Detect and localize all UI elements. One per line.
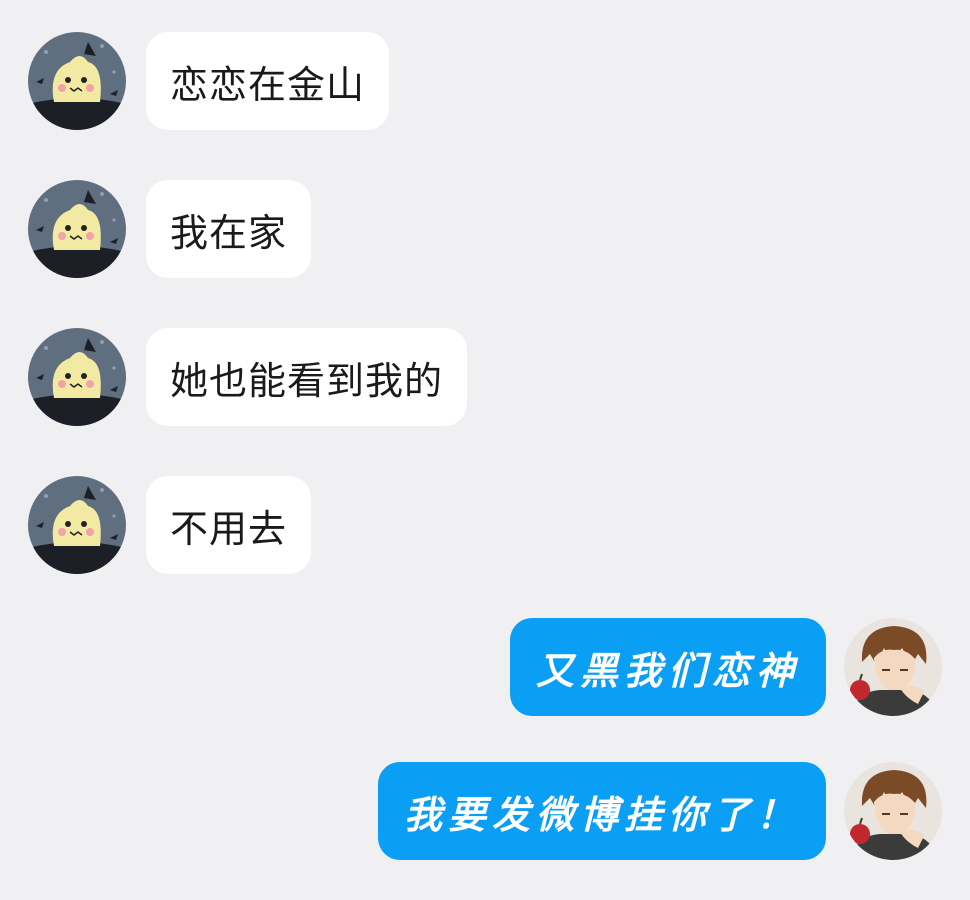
message-row: 恋恋在金山 xyxy=(28,32,390,130)
mimikyu-halloween-avatar[interactable] xyxy=(28,328,126,426)
message-bubble-outgoing[interactable]: 又黑我们恋神 xyxy=(509,618,826,716)
message-row: 不用去 xyxy=(28,476,312,574)
mimikyu-halloween-avatar[interactable] xyxy=(28,476,126,574)
message-bubble-incoming[interactable]: 我在家 xyxy=(146,180,312,278)
message-row: 又黑我们恋神 xyxy=(509,618,942,716)
anime-boy-avatar[interactable] xyxy=(844,762,942,860)
message-bubble-incoming[interactable]: 不用去 xyxy=(146,476,312,574)
mimikyu-halloween-avatar[interactable] xyxy=(28,180,126,278)
anime-boy-avatar[interactable] xyxy=(844,618,942,716)
chat-window: 恋恋在金山 我在家 她也能看到我的 不用去 又黑我们恋神 我要发微博挂你了！ xyxy=(0,0,970,900)
mimikyu-halloween-avatar[interactable] xyxy=(28,32,126,130)
message-bubble-incoming[interactable]: 她也能看到我的 xyxy=(146,328,468,426)
message-bubble-outgoing[interactable]: 我要发微博挂你了！ xyxy=(377,762,826,860)
message-row: 我在家 xyxy=(28,180,312,278)
message-bubble-incoming[interactable]: 恋恋在金山 xyxy=(146,32,390,130)
message-row: 我要发微博挂你了！ xyxy=(377,762,942,860)
message-row: 她也能看到我的 xyxy=(28,328,468,426)
